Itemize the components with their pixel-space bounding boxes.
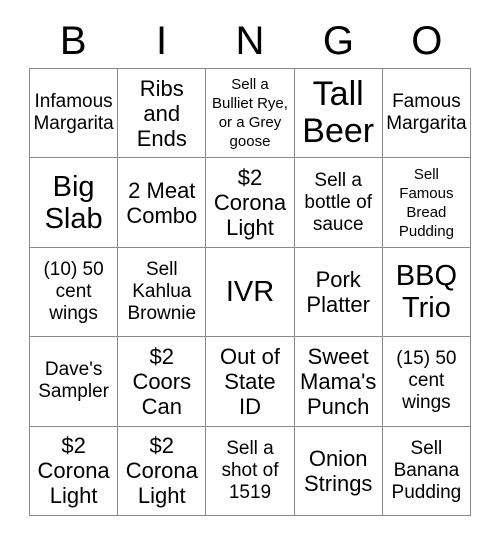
bingo-cell[interactable]: $2 Corona Light xyxy=(206,158,295,248)
bingo-cell-label: Tall Beer xyxy=(302,75,375,151)
bingo-cell[interactable]: 2 Meat Combo xyxy=(118,158,207,248)
bingo-header-row: B I N G O xyxy=(29,14,471,68)
bingo-cell[interactable]: $2 Corona Light xyxy=(118,426,207,516)
bingo-cell-label: IVR xyxy=(225,275,275,308)
bingo-header-letter-i: I xyxy=(156,19,168,63)
bingo-cell-label: Sweet Mama's Punch xyxy=(300,343,377,419)
bingo-cell-label: Famous Margarita xyxy=(386,91,467,135)
bingo-cell-label: $2 Corona Light xyxy=(37,433,110,509)
bingo-cell[interactable]: Sell a shot of 1519 xyxy=(206,426,295,516)
bingo-cell[interactable]: Tall Beer xyxy=(294,69,383,159)
bingo-cell[interactable]: Onion Strings xyxy=(294,426,383,516)
bingo-cell[interactable]: Famous Margarita xyxy=(382,69,471,159)
bingo-cell-label: $2 Corona Light xyxy=(125,433,198,509)
bingo-cell-label: Sell a bottle of sauce xyxy=(304,169,372,235)
bingo-cell-label: 2 Meat Combo xyxy=(126,177,198,228)
bingo-cell[interactable]: Sell Kahlua Brownie xyxy=(118,247,207,338)
bingo-cell[interactable]: Out of State ID xyxy=(206,337,295,427)
bingo-cell-label: Pork Platter xyxy=(306,266,370,317)
bingo-cell[interactable]: BBQ Trio xyxy=(382,247,471,338)
bingo-cell[interactable]: (15) 50 cent wings xyxy=(382,337,471,427)
bingo-cell-label: Onion Strings xyxy=(303,445,373,496)
bingo-cell-label: BBQ Trio xyxy=(395,259,458,324)
bingo-cell[interactable]: Dave's Sampler xyxy=(30,337,119,427)
bingo-cell-label: Ribs and Ends xyxy=(136,75,187,151)
bingo-cell-label: Sell Banana Pudding xyxy=(391,437,462,503)
bingo-cell-label: $2 Coors Can xyxy=(132,343,192,419)
bingo-header-letter-o: O xyxy=(411,19,443,63)
bingo-cell-label: Sell a Bulliet Rye, or a Grey goose xyxy=(212,76,288,151)
bingo-cell[interactable]: Sell Famous Bread Pudding xyxy=(382,158,471,248)
bingo-header-letter-n: N xyxy=(235,19,265,63)
bingo-cell-label: Big Slab xyxy=(44,170,103,235)
bingo-cell[interactable]: $2 Corona Light xyxy=(30,426,119,516)
bingo-cell-label: Sell Famous Bread Pudding xyxy=(398,165,454,240)
bingo-cell-label: $2 Corona Light xyxy=(213,165,287,241)
bingo-cell[interactable]: Sell a bottle of sauce xyxy=(294,158,383,248)
bingo-grid: Infamous Margarita Ribs and Ends Sell a … xyxy=(29,68,471,516)
bingo-cell-label: (15) 50 cent wings xyxy=(396,348,457,414)
bingo-cell[interactable]: (10) 50 cent wings xyxy=(30,247,119,338)
bingo-header-letter-b: B xyxy=(59,19,87,63)
bingo-cell-label: Dave's Sampler xyxy=(38,359,109,403)
bingo-cell[interactable]: $2 Coors Can xyxy=(118,337,207,427)
bingo-cell[interactable]: Pork Platter xyxy=(294,247,383,338)
bingo-cell-label: Sell a shot of 1519 xyxy=(221,437,279,503)
bingo-cell-label: Sell Kahlua Brownie xyxy=(127,258,197,324)
bingo-card: B I N G O Infamous Margarita Ribs and En… xyxy=(0,0,500,544)
bingo-cell[interactable]: Big Slab xyxy=(30,158,119,248)
bingo-cell[interactable]: Infamous Margarita xyxy=(30,69,119,159)
bingo-cell[interactable]: Sweet Mama's Punch xyxy=(294,337,383,427)
bingo-cell-label: (10) 50 cent wings xyxy=(43,258,104,324)
bingo-cell-label: Infamous Margarita xyxy=(33,91,114,135)
bingo-cell[interactable]: IVR xyxy=(206,247,295,338)
bingo-cell[interactable]: Ribs and Ends xyxy=(118,69,207,159)
bingo-header-letter-g: G xyxy=(322,19,354,63)
bingo-cell-label: Out of State ID xyxy=(220,343,280,419)
bingo-cell[interactable]: Sell a Bulliet Rye, or a Grey goose xyxy=(206,69,295,159)
bingo-cell[interactable]: Sell Banana Pudding xyxy=(382,426,471,516)
